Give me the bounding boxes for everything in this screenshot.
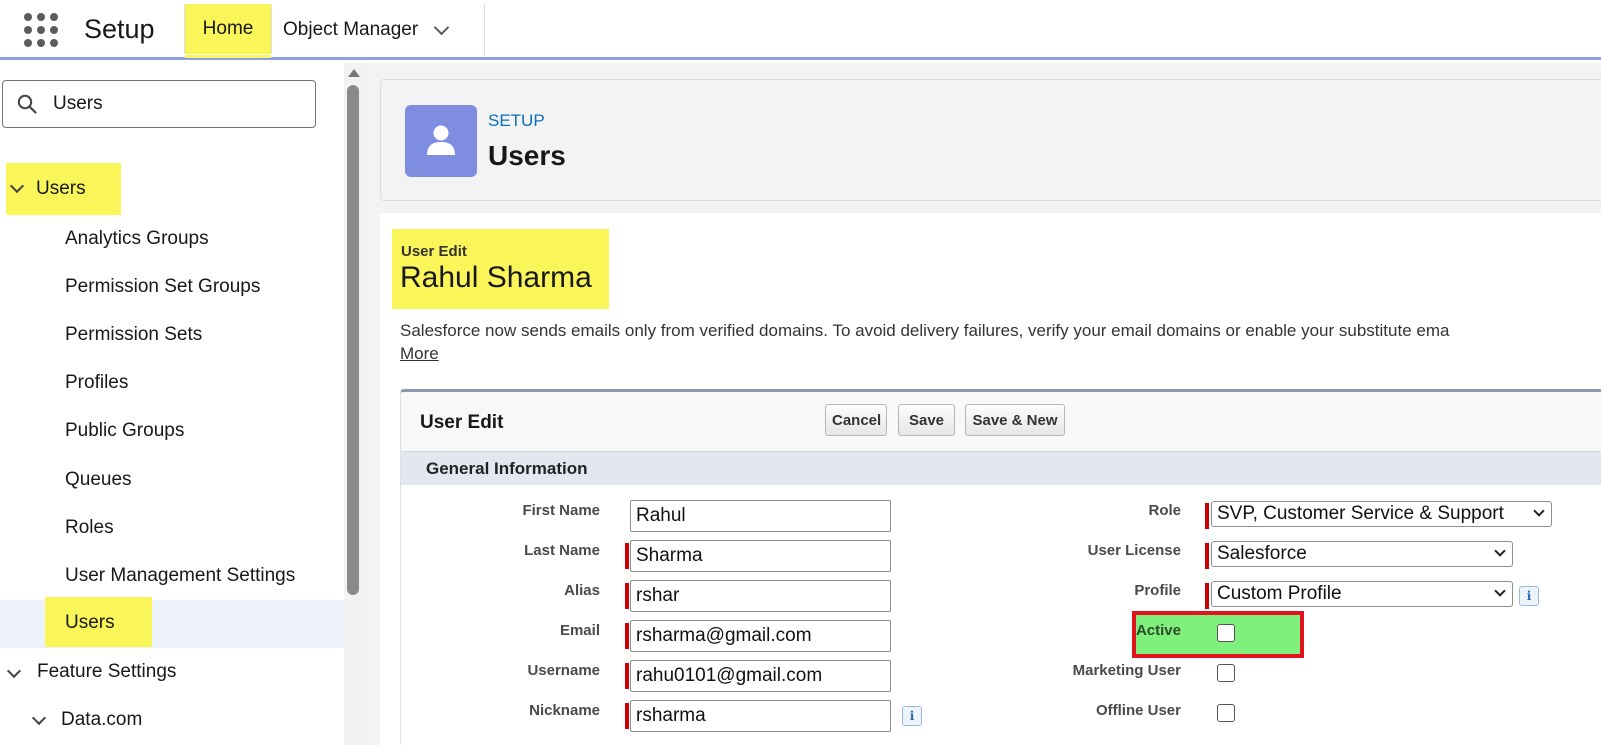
save-and-new-button[interactable]: Save & New — [965, 404, 1065, 436]
sidebar-item-roles[interactable]: Roles — [65, 517, 114, 539]
chevron-down-icon[interactable] — [9, 178, 25, 194]
sidebar-section-users[interactable]: Users — [6, 163, 121, 215]
sidebar-section-feature-settings[interactable]: Feature Settings — [37, 661, 176, 683]
role-select[interactable]: SVP, Customer Service & Support — [1211, 501, 1552, 527]
user-edit-subtitle: User Edit — [401, 243, 467, 260]
user-edit-content: User Edit Rahul Sharma Salesforce now se… — [380, 213, 1601, 745]
chevron-down-icon[interactable] — [31, 710, 47, 726]
sidebar-item-profiles[interactable]: Profiles — [65, 372, 128, 394]
tab-home[interactable]: Home — [184, 4, 272, 58]
last-name-label: Last Name — [524, 542, 600, 559]
email-field[interactable] — [630, 620, 891, 652]
nickname-field[interactable] — [630, 700, 891, 732]
required-marker — [625, 663, 629, 689]
user-license-select[interactable]: Salesforce — [1211, 541, 1513, 567]
marketing-user-checkbox[interactable] — [1217, 664, 1235, 682]
save-button[interactable]: Save — [898, 404, 955, 436]
role-label: Role — [1148, 502, 1181, 519]
email-label: Email — [559, 622, 600, 639]
username-label: Username — [527, 662, 600, 679]
first-name-label: First Name — [522, 502, 600, 519]
section-title: General Information — [426, 459, 588, 478]
setup-sidebar: Users Analytics Groups Permission Set Gr… — [0, 63, 364, 745]
sidebar-item-datacom[interactable]: Data.com — [61, 709, 142, 731]
search-icon — [17, 94, 37, 114]
scroll-up-arrow-icon[interactable] — [348, 69, 360, 77]
user-name-heading: Rahul Sharma — [400, 261, 592, 294]
required-marker — [1205, 543, 1209, 569]
tab-object-manager-label: Object Manager — [283, 19, 419, 40]
scrollbar-thumb[interactable] — [347, 85, 359, 595]
sidebar-item-analytics-groups[interactable]: Analytics Groups — [65, 228, 209, 250]
profile-select[interactable]: Custom Profile — [1211, 581, 1513, 607]
chevron-down-icon — [1533, 505, 1545, 517]
info-icon[interactable]: i — [902, 706, 922, 726]
app-launcher-icon[interactable] — [24, 13, 58, 47]
main-content: SETUP Users User Edit Rahul Sharma Sales… — [364, 63, 1601, 745]
marketing-user-label: Marketing User — [1072, 662, 1181, 679]
last-name-field[interactable] — [630, 540, 891, 572]
page-header: SETUP Users — [380, 79, 1601, 201]
chevron-down-icon[interactable] — [433, 19, 450, 35]
user-license-value: Salesforce — [1217, 543, 1307, 564]
cancel-button[interactable]: Cancel — [825, 404, 887, 436]
user-license-label: User License — [1087, 542, 1181, 559]
required-marker — [1205, 503, 1209, 529]
required-marker — [1205, 583, 1209, 609]
sidebar-section-label: Users — [36, 178, 86, 199]
user-icon — [405, 105, 477, 177]
quick-find-input[interactable] — [53, 91, 293, 117]
sidebar-item-public-groups[interactable]: Public Groups — [65, 420, 184, 442]
first-name-field[interactable] — [630, 500, 891, 532]
global-header: Setup Home Object Manager — [0, 0, 1601, 60]
sidebar-item-label: Users — [65, 612, 115, 633]
tab-home-label: Home — [202, 18, 254, 39]
active-label: Active — [1135, 622, 1181, 639]
chevron-down-icon[interactable] — [6, 663, 22, 679]
panel-title: User Edit — [420, 412, 504, 433]
required-marker — [625, 703, 629, 729]
user-form: First Name Last Name Alias Email Usernam… — [401, 485, 1601, 745]
app-title: Setup — [84, 14, 155, 44]
user-edit-heading: User Edit Rahul Sharma — [392, 229, 609, 309]
tab-object-manager[interactable]: Object Manager — [273, 4, 485, 56]
offline-user-checkbox[interactable] — [1217, 704, 1235, 722]
chevron-down-icon — [1494, 545, 1506, 557]
chevron-down-icon — [1494, 585, 1506, 597]
offline-user-label: Offline User — [1095, 702, 1181, 719]
profile-label: Profile — [1134, 582, 1181, 599]
quick-find-box — [2, 80, 316, 128]
nickname-label: Nickname — [529, 702, 600, 719]
alias-label: Alias — [564, 582, 600, 599]
active-checkbox[interactable] — [1217, 624, 1235, 642]
required-marker — [625, 583, 629, 609]
sidebar-item-queues[interactable]: Queues — [65, 469, 132, 491]
breadcrumb[interactable]: SETUP — [488, 111, 545, 131]
general-information-section: General Information — [401, 451, 1601, 485]
role-value: SVP, Customer Service & Support — [1217, 503, 1504, 524]
page-title: Users — [488, 140, 566, 171]
sidebar-scrollbar[interactable] — [344, 63, 364, 745]
profile-value: Custom Profile — [1217, 583, 1342, 604]
sidebar-item-users[interactable]: Users — [45, 597, 152, 647]
more-link[interactable]: More — [400, 344, 439, 364]
user-edit-panel: User Edit Cancel Save Save & New General… — [400, 389, 1601, 745]
username-field[interactable] — [630, 660, 891, 692]
email-domain-notice: Salesforce now sends emails only from ve… — [400, 321, 1450, 340]
sidebar-item-permission-sets[interactable]: Permission Sets — [65, 324, 202, 346]
sidebar-item-user-management-settings[interactable]: User Management Settings — [65, 565, 295, 587]
alias-field[interactable] — [630, 580, 891, 612]
required-marker — [625, 543, 629, 569]
required-marker — [625, 623, 629, 649]
sidebar-item-permission-set-groups[interactable]: Permission Set Groups — [65, 276, 260, 298]
info-icon[interactable]: i — [1519, 586, 1539, 606]
